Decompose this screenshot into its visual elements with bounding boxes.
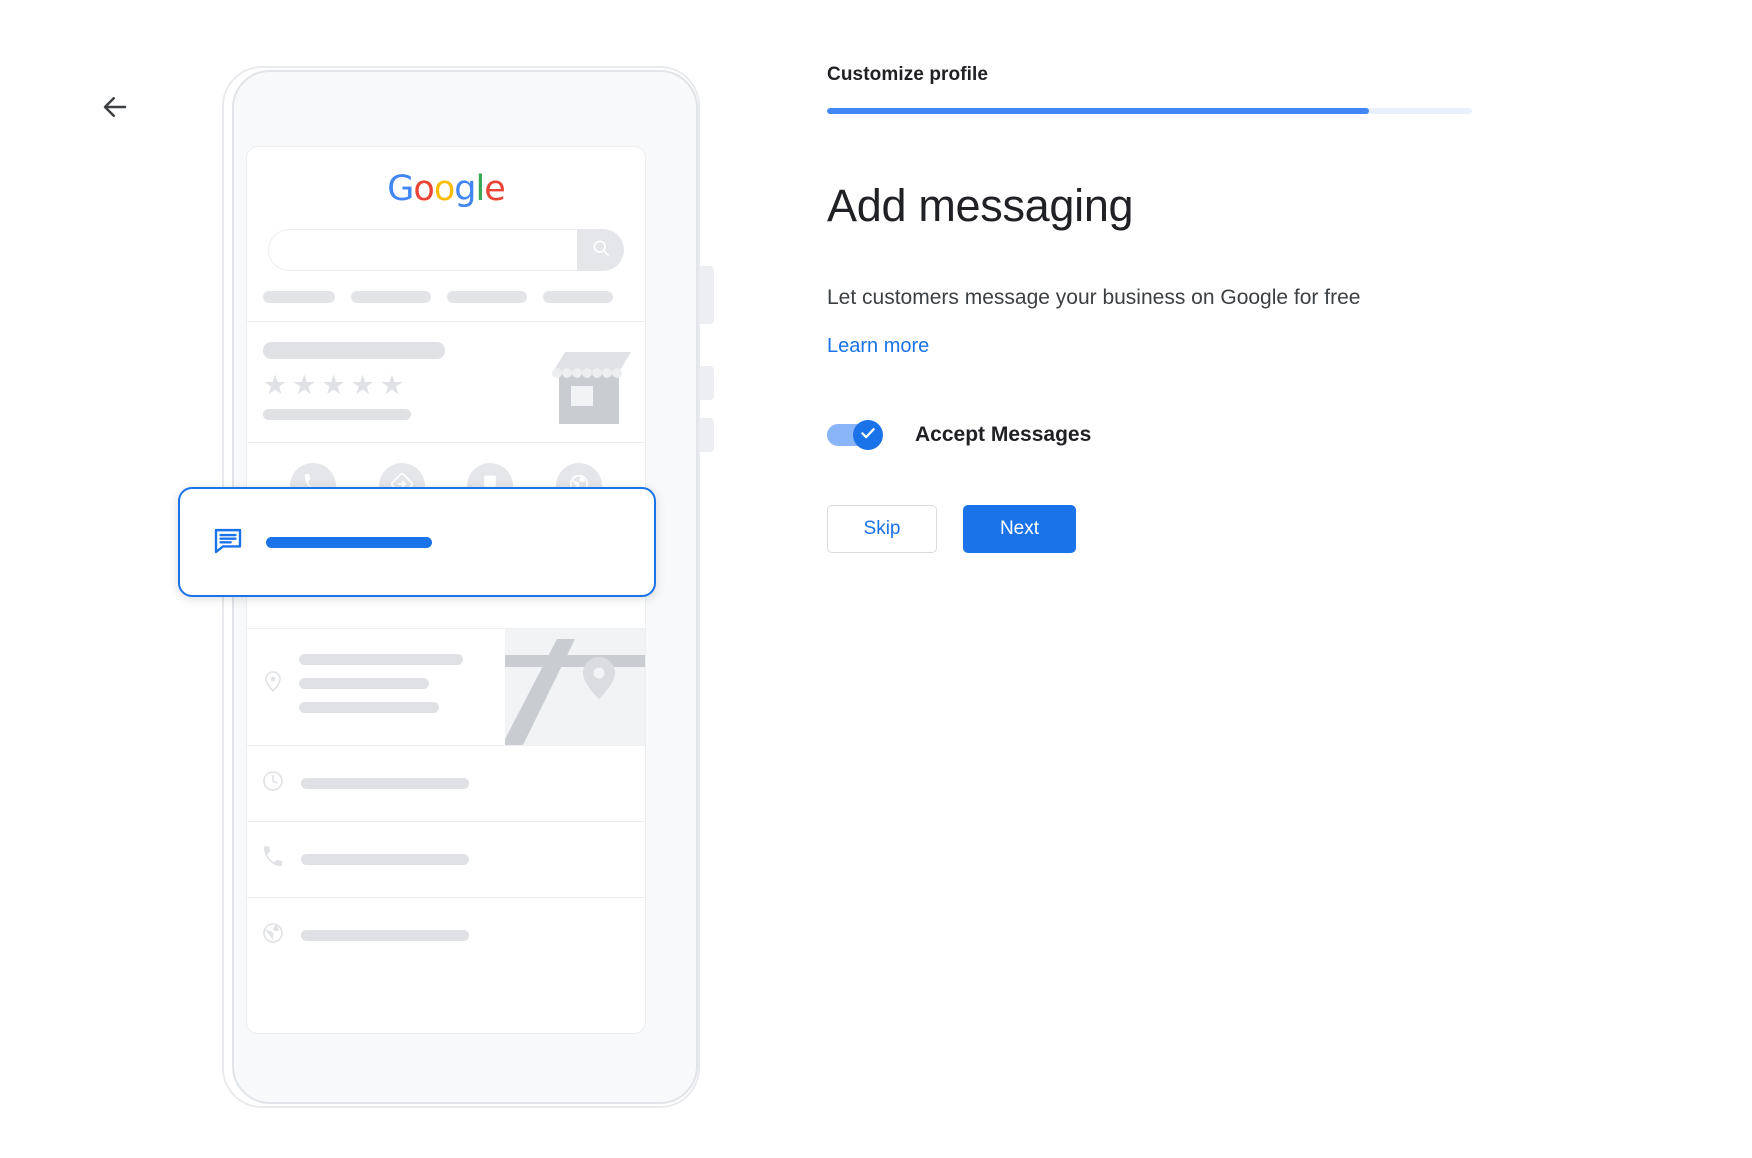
progress-bar [827,108,1472,114]
logo-letter-o2: o [433,169,455,209]
business-subtitle-placeholder [263,409,411,420]
globe-icon [261,921,285,950]
filter-chip[interactable] [351,291,431,303]
phone-side-button-b [700,366,714,400]
placeholder-bar [301,854,469,865]
accept-messages-label: Accept Messages [915,423,1092,446]
address-row[interactable] [247,629,645,745]
placeholder-bar [301,778,469,789]
onboarding-screen: Google ★ ★ ★ ★ ★ Customize profile Add m… [0,0,1752,1158]
next-button[interactable]: Next [963,505,1076,553]
page-title: Add messaging [827,180,1134,231]
filter-chip[interactable] [263,291,335,303]
logo-letter-g2: g [454,169,476,209]
logo-letter-g1: G [387,169,414,209]
storefront-icon [541,346,631,429]
phone-row[interactable] [247,822,645,897]
chat-bubble-icon [212,524,244,561]
messaging-placeholder-bar [266,536,432,548]
placeholder-bar [299,678,429,689]
learn-more-link[interactable]: Learn more [827,335,929,358]
page-description: Let customers message your business on G… [827,286,1361,309]
phone-side-button-power [700,418,714,452]
star-icon: ★ [350,370,375,400]
messaging-highlight-card[interactable] [178,487,656,597]
placeholder-bar [299,654,463,665]
address-placeholder-lines [299,651,463,745]
business-card: ★ ★ ★ ★ ★ [247,322,645,442]
website-row[interactable] [247,898,645,973]
logo-letter-l: l [475,169,485,209]
placeholder-bar [299,702,439,713]
placeholder-bar [301,930,469,941]
search-bar[interactable] [268,229,624,271]
google-logo: Google [247,147,645,209]
accept-messages-toggle[interactable] [827,420,883,450]
star-icon: ★ [379,370,405,400]
location-pin-icon [261,651,285,745]
search-input[interactable] [268,229,577,271]
filter-chip-row [247,271,645,321]
address-content [247,629,505,745]
hours-row[interactable] [247,746,645,821]
logo-letter-o1: o [413,169,434,209]
phone-side-button-volume [700,266,714,324]
business-name-placeholder [263,342,445,359]
clock-icon [261,769,285,798]
back-button[interactable] [92,86,138,132]
logo-letter-e: e [484,169,506,209]
check-icon [859,424,877,447]
search-button[interactable] [577,229,624,271]
star-icon: ★ [292,370,317,400]
phone-icon [261,845,285,874]
action-button-row: Skip Next [827,505,1527,553]
star-icon: ★ [321,370,346,400]
progress-bar-fill [827,108,1369,114]
star-icon: ★ [263,370,288,400]
toggle-thumb [853,420,883,450]
map-thumbnail[interactable] [505,629,645,745]
search-icon [591,238,611,263]
step-title: Customize profile [827,64,989,85]
accept-messages-toggle-row: Accept Messages [827,420,1527,450]
filter-chip[interactable] [543,291,613,303]
filter-chip[interactable] [447,291,527,303]
skip-button[interactable]: Skip [827,505,937,553]
customize-profile-panel: Customize profile Add messaging Let cust… [827,0,1527,553]
arrow-left-icon [100,92,130,127]
